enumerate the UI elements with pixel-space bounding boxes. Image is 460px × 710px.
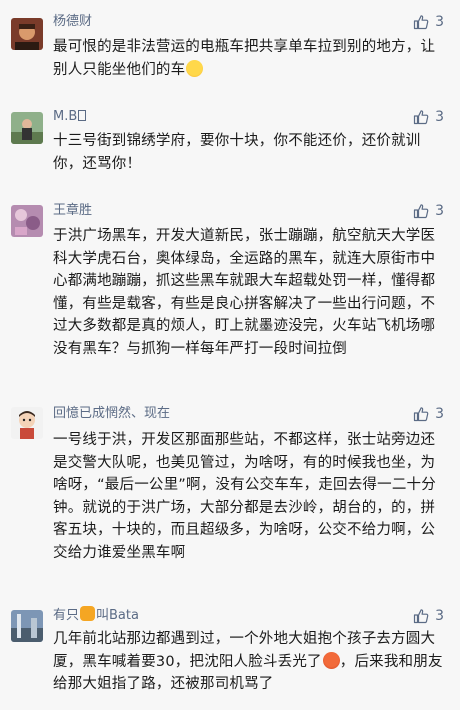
comment-text: 几年前北站那边都遇到过，一个外地大姐抱个孩子去方圆大厦，黑车喊着要30，把沈阳人… — [53, 628, 449, 696]
username[interactable]: 有只 叫Bata — [53, 606, 139, 626]
like-button[interactable]: 3 — [413, 12, 444, 32]
thumbs-up-icon — [413, 608, 429, 624]
comment-text: 于洪广场黑车，开发大道新民，张士蹦蹦，航空航天大学医科大学虎石台，奥体绿岛，全运… — [53, 228, 436, 357]
avatar[interactable] — [11, 205, 43, 237]
like-button[interactable]: 3 — [413, 606, 444, 626]
username-text: M.B — [53, 109, 78, 124]
like-button[interactable]: 3 — [413, 201, 444, 221]
thumbs-up-icon — [413, 109, 429, 125]
username[interactable]: 回憶已成惘然、现在 — [53, 404, 170, 424]
username-suffix: 叫Bata — [96, 608, 139, 623]
like-count: 3 — [435, 608, 444, 624]
comment-text: 一号线于洪，开发区那面那些站，不都这样，张士站旁边还是交警大队呢，也美见管过，为… — [53, 432, 436, 561]
comment-text-body: 最可恨的是非法营运的电瓶车把共享单车拉到别的地方，让别人只能坐他们的车 — [53, 39, 436, 78]
like-count: 3 — [435, 14, 444, 30]
like-count: 3 — [435, 203, 444, 219]
unknown-glyph-icon — [78, 110, 87, 121]
like-count: 3 — [435, 406, 444, 422]
username-prefix: 有只 — [53, 608, 80, 623]
avatar[interactable] — [11, 610, 43, 642]
like-count: 3 — [435, 109, 444, 125]
like-button[interactable]: 3 — [413, 404, 444, 424]
comment-text: 最可恨的是非法营运的电瓶车把共享单车拉到别的地方，让别人只能坐他们的车 — [53, 36, 449, 81]
comment-text: 十三号街到锦绣学府，要你十块，你不能还价，还价就训你，还骂你！ — [53, 133, 421, 172]
like-button[interactable]: 3 — [413, 107, 444, 127]
avatar[interactable] — [11, 407, 43, 439]
crying-laughing-emoji — [186, 59, 204, 77]
username[interactable]: 王章胜 — [53, 201, 92, 221]
avatar[interactable] — [11, 112, 43, 144]
thumbs-up-icon — [413, 203, 429, 219]
username[interactable]: M.B — [53, 107, 87, 127]
username[interactable]: 杨德财 — [53, 12, 92, 32]
comment-list: 杨德财 3 最可恨的是非法营运的电瓶车把共享单车拉到别的地方，让别人只能坐他们的… — [0, 0, 460, 710]
angry-face-emoji — [322, 651, 340, 669]
cat-icon — [80, 606, 96, 621]
thumbs-up-icon — [413, 406, 429, 422]
avatar[interactable] — [11, 18, 43, 50]
thumbs-up-icon — [413, 14, 429, 30]
